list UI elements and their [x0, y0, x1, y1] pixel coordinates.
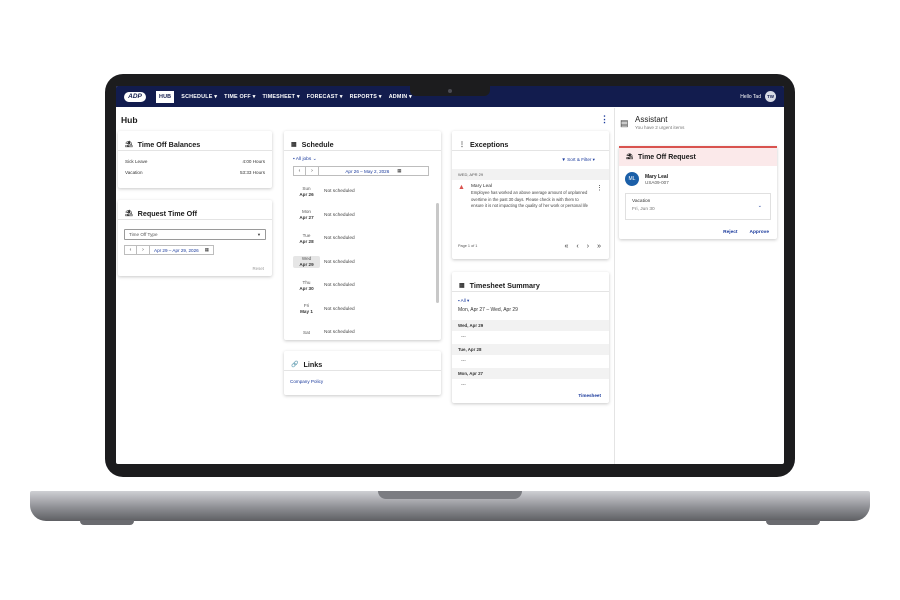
laptop-foot — [80, 520, 134, 525]
sort-filter-button[interactable]: ▼ Sort & Filter ▾ — [452, 157, 595, 163]
card-title: ▦ Timesheet Summary — [452, 272, 609, 292]
chevron-down-icon: ⌄ — [311, 157, 317, 162]
balance-row: Vacation 53:33 Hours — [125, 170, 265, 175]
jobs-filter[interactable]: ▪ All jobs ⌄ — [293, 157, 441, 162]
laptop-foot — [766, 520, 820, 525]
date-range-picker[interactable]: Apr 29 – Apr 29, 2026 ▦ — [150, 245, 215, 255]
nav-forecast[interactable]: FORECAST ▾ — [307, 94, 343, 100]
beach-icon: ⛱ — [626, 154, 633, 160]
today-marker: Wed Apr 29 — [293, 256, 320, 269]
pager-controls: « ‹ › » — [565, 243, 602, 250]
calendar-icon: ▦ — [397, 168, 402, 173]
chevron-down-icon: ▾ — [465, 298, 470, 303]
laptop-groove — [378, 491, 522, 499]
timesheet-day-header: Tue, Apr 28 — [452, 344, 609, 355]
schedule-day-row: Wed Apr 29 Not scheduled — [293, 251, 433, 275]
exception-date-header: WED, APR 29 — [452, 169, 609, 180]
reset-link[interactable]: Reset — [253, 266, 264, 271]
timesheet-filter[interactable]: ▪ All ▾ — [458, 298, 609, 304]
user-avatar[interactable]: TW — [765, 91, 776, 102]
timesheet-summary-card: ▦ Timesheet Summary ▪ All ▾ Mon, Apr 27 … — [452, 272, 609, 403]
chevron-down-icon: ⌄ — [757, 203, 762, 209]
schedule-day-row: Fri May 1 Not scheduled — [300, 303, 355, 315]
timesheet-day-header: Wed, Apr 29 — [452, 320, 609, 331]
approve-button[interactable]: Approve — [750, 230, 769, 235]
dropdown-arrow-icon: ▼ — [257, 232, 261, 237]
assistant-icon: ▤ — [620, 118, 629, 128]
assistant-subtitle: You have 2 urgent items — [635, 125, 685, 130]
nav-hub[interactable]: HUB — [156, 90, 175, 103]
request-actions: Reject Approve — [723, 230, 769, 235]
reject-button[interactable]: Reject — [723, 230, 737, 235]
exception-item[interactable]: ▲ Mary Leal Employee has worked an above… — [458, 184, 603, 210]
schedule-date-nav: ‹ › Apr 26 – May 2, 2026 ▦ — [293, 166, 441, 176]
calendar-icon: ▦ — [291, 141, 297, 148]
balance-row: Sick Leave 4:00 Hours — [125, 159, 265, 164]
schedule-card: ▦ Schedule ▪ All jobs ⌄ ‹ › Apr 26 – May… — [284, 131, 441, 340]
nav-reports[interactable]: REPORTS ▾ — [350, 94, 382, 100]
request-person: ML Mary Leal USA09-007 — [625, 172, 777, 186]
company-policy-link[interactable]: Company Policy — [290, 379, 441, 384]
nav-schedule[interactable]: SCHEDULE ▾ — [181, 94, 217, 100]
nav-admin[interactable]: ADMIN ▾ — [389, 94, 412, 100]
more-options-icon[interactable]: ⋮ — [596, 184, 603, 210]
calendar-icon: ▦ — [204, 247, 210, 252]
week-range-picker[interactable]: Apr 26 – May 2, 2026 ▦ — [319, 166, 429, 176]
person-avatar: ML — [625, 172, 639, 186]
time-off-request-card: ⛱ Time Off Request ML Mary Leal USA09-00… — [619, 146, 777, 239]
calendar-icon: ▦ — [459, 282, 465, 289]
prev-date-button[interactable]: ‹ — [124, 245, 137, 255]
timesheet-link[interactable]: Timesheet — [578, 393, 601, 398]
request-time-off-card: ⛱ Request Time Off Time Off Type ▼ ‹ › A… — [118, 200, 272, 276]
schedule-day-row: Sat Not scheduled — [303, 329, 355, 336]
request-details[interactable]: Vacation Fri, Jun 30 ⌄ — [625, 193, 771, 220]
scrollbar[interactable] — [436, 203, 439, 303]
card-title: ⛱ Request Time Off — [118, 200, 272, 220]
assistant-title: Assistant — [635, 115, 668, 124]
card-title: ⋮ Exceptions — [452, 131, 609, 151]
next-page-icon[interactable]: › — [587, 243, 589, 250]
nav-time-off[interactable]: TIME OFF ▾ — [224, 94, 255, 100]
adp-logo[interactable]: ADP — [124, 91, 146, 102]
screen: ADP HUB SCHEDULE ▾ TIME OFF ▾ TIMESHEET … — [116, 86, 784, 464]
beach-icon: ⛱ — [125, 210, 133, 217]
date-nav: ‹ › Apr 29 – Apr 29, 2026 ▦ — [124, 245, 272, 255]
warning-icon: ▲ — [458, 184, 465, 191]
exclamation-icon: ⋮ — [459, 141, 465, 148]
prev-week-button[interactable]: ‹ — [293, 166, 306, 176]
request-header: ⛱ Time Off Request — [619, 146, 777, 166]
schedule-day-row: Mon Apr 27 Not scheduled — [299, 209, 355, 221]
more-options-icon[interactable]: ⋮ — [600, 115, 609, 124]
schedule-day-row: Tue Apr 28 Not scheduled — [299, 232, 355, 244]
panel-divider — [614, 108, 615, 464]
next-week-button[interactable]: › — [306, 166, 319, 176]
balance-icon: ⛱ — [125, 141, 133, 148]
time-off-balances-card: ⛱ Time Off Balances Sick Leave 4:00 Hour… — [118, 131, 272, 188]
schedule-list: Sun Apr 26 Not scheduled Mon Apr 27 Not sc… — [293, 180, 433, 340]
first-page-icon[interactable]: « — [565, 243, 569, 250]
card-title: ▦ Schedule — [284, 131, 441, 151]
pager-text: Page 1 of 1 — [458, 244, 478, 248]
exceptions-card: ⋮ Exceptions ▼ Sort & Filter ▾ WED, APR … — [452, 131, 609, 259]
nav-timesheet[interactable]: TIMESHEET ▾ — [263, 94, 300, 100]
prev-page-icon[interactable]: ‹ — [576, 243, 578, 250]
camera-icon — [448, 89, 452, 93]
greeting: Hello Tad — [740, 93, 761, 100]
page-title: Hub — [121, 115, 138, 125]
links-card: 🔗 Links Company Policy — [284, 351, 441, 395]
schedule-day-row: Thu Apr 30 Not scheduled — [299, 279, 355, 291]
timesheet-range: Mon, Apr 27 – Wed, Apr 29 — [458, 307, 518, 313]
last-page-icon[interactable]: » — [597, 243, 601, 250]
card-title: 🔗 Links — [284, 351, 441, 371]
timesheet-day-header: Mon, Apr 27 — [452, 368, 609, 379]
next-date-button[interactable]: › — [137, 245, 150, 255]
card-title: ⛱ Time Off Balances — [118, 131, 272, 151]
link-icon: 🔗 — [291, 361, 299, 368]
time-off-type-select[interactable]: Time Off Type ▼ — [124, 229, 266, 240]
schedule-day-row: Sun Apr 26 Not scheduled — [299, 185, 355, 197]
chevron-down-icon: ▾ — [591, 157, 595, 162]
